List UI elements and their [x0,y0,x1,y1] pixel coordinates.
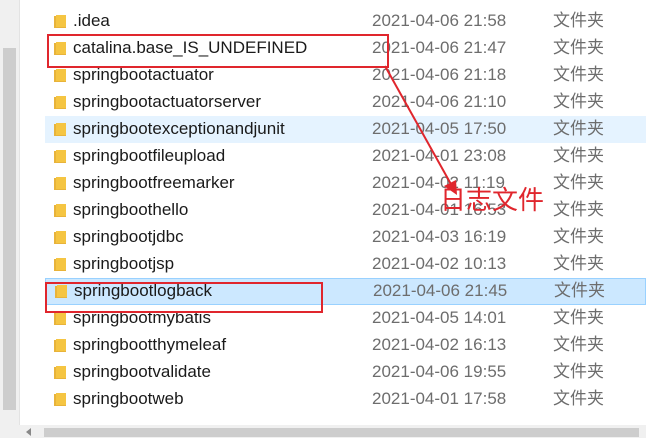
horizontal-scrollbar-thumb[interactable] [44,428,639,437]
horizontal-scrollbar[interactable] [19,425,646,438]
annotation-arrow [384,65,457,195]
scroll-left-arrow-icon[interactable] [26,428,31,436]
annotation-label: 日志文件 [440,186,545,216]
